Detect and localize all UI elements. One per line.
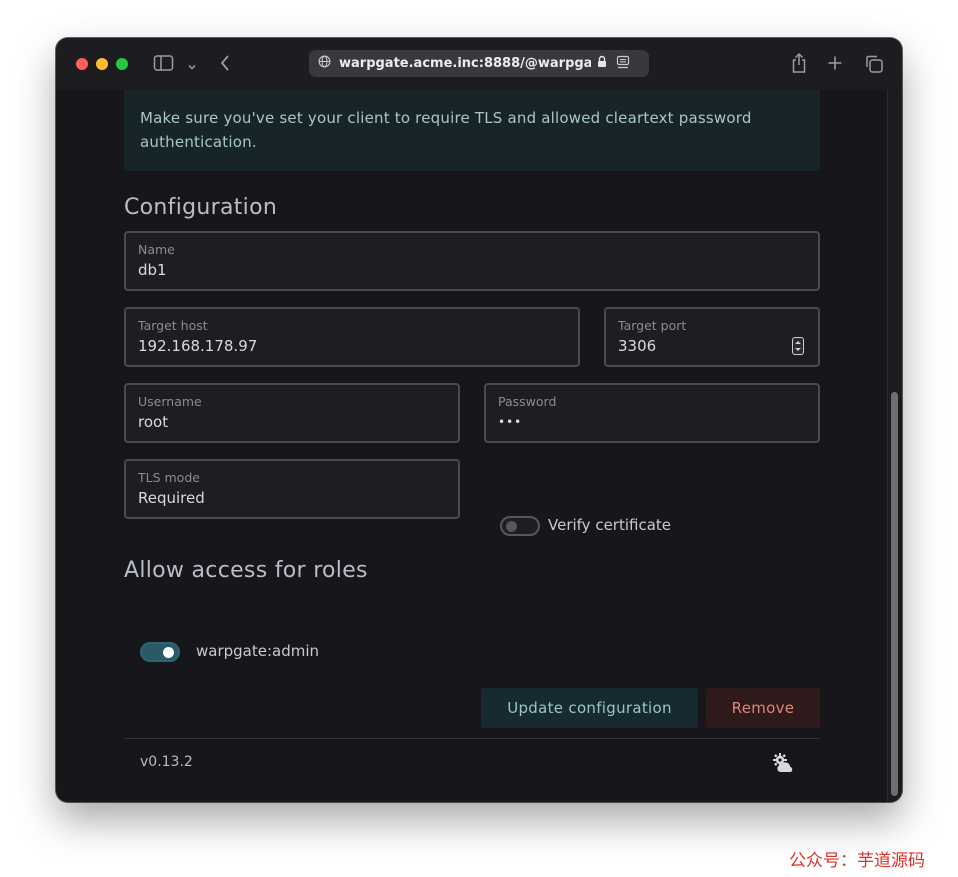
username-field[interactable]: Username root [124,383,460,443]
watermark-text: 公众号：芋道源码 [789,851,925,871]
target-host-field[interactable]: Target host 192.168.178.97 [124,307,580,367]
target-host-label: Target host [138,318,208,333]
close-window-button[interactable] [76,58,88,70]
url-text: warpgate.acme.inc:8888/@warpgate/admin [339,56,591,71]
browser-toolbar: warpgate.acme.inc:8888/@warpgate/admin [56,38,902,90]
target-port-field[interactable]: Target port 3306 [604,307,820,367]
toggle-knob [163,647,174,658]
tls-mode-value: Required [138,489,205,507]
zoom-window-button[interactable] [116,58,128,70]
username-label: Username [138,394,202,409]
tls-info-alert: Make sure you've set your client to requ… [124,90,820,171]
password-label: Password [498,394,557,409]
remove-button[interactable]: Remove [706,688,820,728]
minimize-window-button[interactable] [96,58,108,70]
roles-heading: Allow access for roles [124,558,368,583]
port-stepper-icon[interactable] [792,337,804,355]
role-label-warpgate-admin: warpgate:admin [196,642,320,660]
version-label: v0.13.2 [140,754,193,770]
lock-icon [597,55,607,72]
toggle-knob [506,521,517,532]
back-icon[interactable] [219,54,231,76]
target-port-label: Target port [618,318,687,333]
update-configuration-button[interactable]: Update configuration [481,688,698,728]
gear-cloud-icon[interactable] [772,752,796,778]
configuration-heading: Configuration [124,195,278,220]
target-host-value: 192.168.178.97 [138,337,258,355]
sidebar-icon[interactable] [153,54,175,76]
browser-window: warpgate.acme.inc:8888/@warpgate/admin M… [56,38,902,802]
tls-mode-label: TLS mode [138,470,200,485]
name-value: db1 [138,261,167,279]
target-port-value: 3306 [618,337,657,355]
tls-mode-select[interactable]: TLS mode Required [124,459,460,519]
password-value: ••• [498,415,523,429]
globe-icon [318,55,331,72]
password-field[interactable]: Password ••• [484,383,820,443]
verify-certificate-toggle[interactable] [500,516,540,536]
name-label: Name [138,242,175,257]
name-field[interactable]: Name db1 [124,231,820,291]
chevron-down-icon[interactable] [187,57,197,76]
page-content: Make sure you've set your client to requ… [56,90,902,802]
verify-certificate-label: Verify certificate [548,516,672,534]
reader-icon[interactable] [616,55,630,73]
role-toggle-warpgate-admin[interactable] [140,642,180,662]
tab-overview-icon[interactable] [864,54,884,78]
address-bar[interactable]: warpgate.acme.inc:8888/@warpgate/admin [309,50,649,77]
scrollbar-thumb[interactable] [891,392,898,796]
footer-divider [124,738,820,739]
username-value: root [138,413,169,431]
new-tab-icon[interactable] [827,55,843,75]
share-icon[interactable] [790,52,808,78]
